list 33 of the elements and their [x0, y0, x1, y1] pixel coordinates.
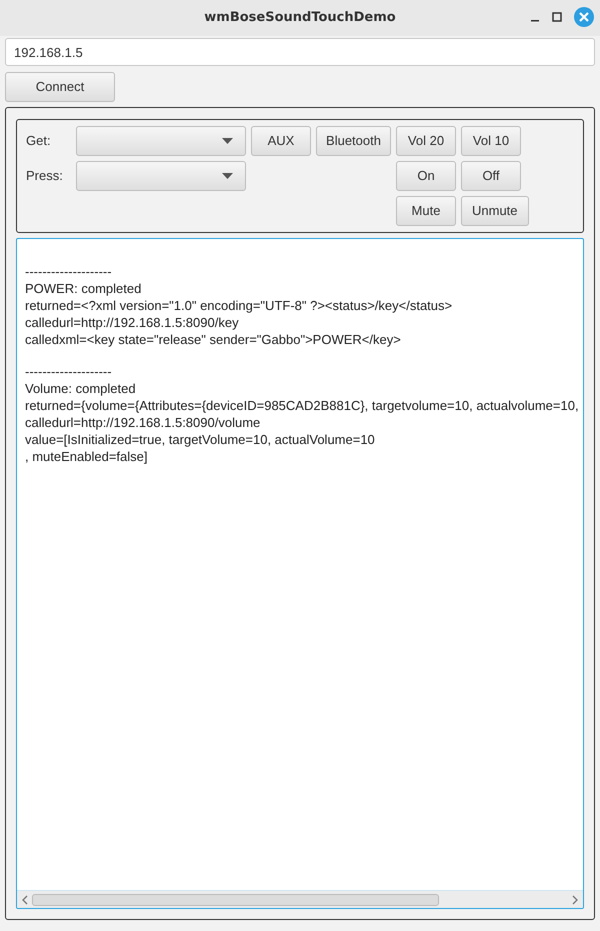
close-icon[interactable] — [574, 7, 594, 27]
scrollbar-thumb[interactable] — [32, 894, 440, 906]
row-label: Press: — [26, 168, 63, 183]
dropdown[interactable] — [76, 161, 246, 191]
caret-icon — [222, 138, 233, 144]
output-line: POWER: completed — [25, 280, 142, 297]
maximize-icon[interactable] — [552, 12, 562, 22]
command-button[interactable]: Off — [461, 161, 521, 191]
output-line: returned=<?xml version="1.0" encoding="UTF-8" ?><status>/key</status> — [25, 297, 452, 314]
output-line: , muteEnabled=false] — [25, 448, 148, 465]
command-button[interactable]: Vol 10 — [461, 126, 521, 156]
command-button[interactable]: Bluetooth — [316, 126, 391, 156]
output-line: -------------------- — [25, 363, 112, 380]
command-button[interactable]: AUX — [251, 126, 311, 156]
address-field[interactable]: 192.168.1.5 — [5, 38, 595, 66]
output-line: value=[IsInitialized=true, targetVolume=10, actualVolume=10 — [25, 431, 375, 448]
command-button[interactable]: Mute — [396, 196, 456, 226]
output-area[interactable] — [16, 238, 584, 909]
command-button[interactable]: On — [396, 161, 456, 191]
output-line: -------------------- — [25, 263, 112, 280]
caret-icon — [222, 173, 233, 179]
dropdown[interactable] — [76, 126, 246, 156]
horizontal-scrollbar[interactable] — [17, 890, 583, 908]
output-line: calledurl=http://192.168.1.5:8090/volume — [25, 414, 260, 431]
output-line: calledurl=http://192.168.1.5:8090/key — [25, 314, 239, 331]
command-button[interactable]: Vol 20 — [396, 126, 456, 156]
output-line: calledxml=<key state="release" sender="Gabbo">POWER</key> — [25, 331, 401, 348]
window-title: wmBoseSoundTouchDemo — [204, 9, 396, 28]
output-line: Volume: completed — [25, 380, 136, 397]
command-button[interactable]: Unmute — [461, 196, 529, 226]
connect-button[interactable]: Connect — [5, 72, 115, 102]
row-label: Get: — [26, 133, 51, 148]
output-line: returned={volume={Attributes={deviceID=985CAD2B881C}, targetvolume=10, actualvolume=10, — [25, 397, 579, 414]
